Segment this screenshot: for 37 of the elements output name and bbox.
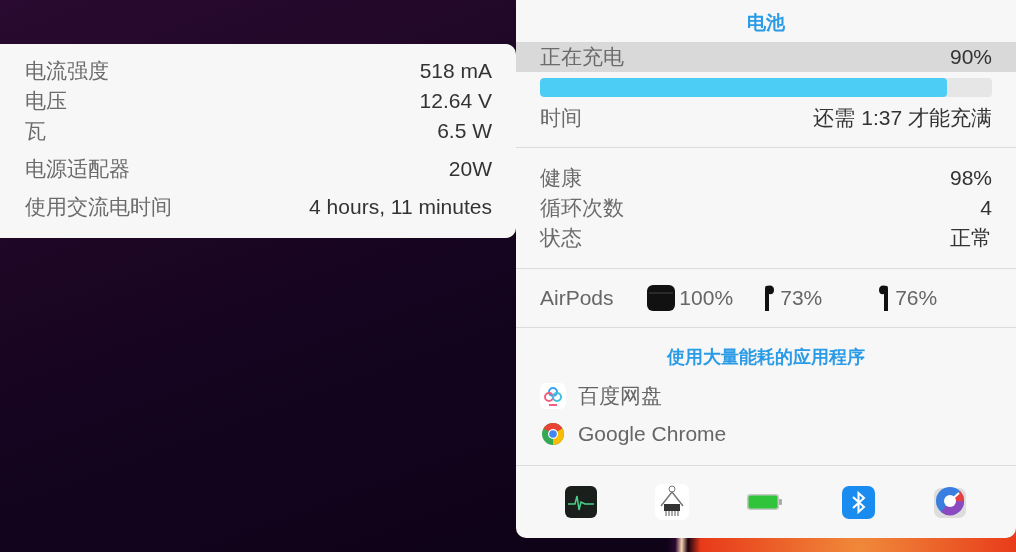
row-value: 20W [448,157,492,181]
row-label: 正在充电 [540,44,624,70]
chip-clamp-icon[interactable] [655,484,690,520]
charging-menu-item[interactable]: 正在充电 90% [516,42,1016,72]
row-label: 状态 [540,225,582,251]
earbuds-case-icon [647,285,676,311]
row-value: 4 [980,196,992,220]
row-value: 6.5 W [437,119,492,143]
row-label: 电流强度 [25,58,109,84]
battery-reading: 100% [679,286,734,310]
row-value: 4 hours, 11 minutes [309,195,492,219]
chrome-icon [540,421,566,447]
device-label: AirPods [540,286,615,310]
battery-reading: 76% [895,286,938,310]
row-label: 使用交流电时间 [25,194,172,220]
row-label: 时间 [540,105,582,131]
app-name: 百度网盘 [578,383,662,409]
row-label: 循环次数 [540,195,624,221]
activity-monitor-icon[interactable] [565,486,598,518]
battery-reading: 73% [780,286,823,310]
menu-title: 电池 [746,11,786,35]
row-value: 12.64 V [419,89,492,113]
cloud-app-icon [540,383,566,409]
row-value: 98% [949,166,992,190]
row-value: 还需 1:37 才能充满 [813,105,992,131]
row-value: 正常 [950,225,992,251]
row-label: 健康 [540,165,582,191]
row-value: 518 mA [419,59,492,83]
bluetooth-icon[interactable] [841,485,875,519]
earbud-icon [762,284,777,312]
row-label: 电源适配器 [25,156,130,182]
row-label: 瓦 [25,118,46,144]
row-label: 电压 [25,88,67,114]
app-name: Google Chrome [578,422,727,446]
row-value: 90% [949,45,992,69]
section-title: 使用大量能耗的应用程序 [665,346,866,369]
gauge-icon[interactable] [932,485,967,519]
